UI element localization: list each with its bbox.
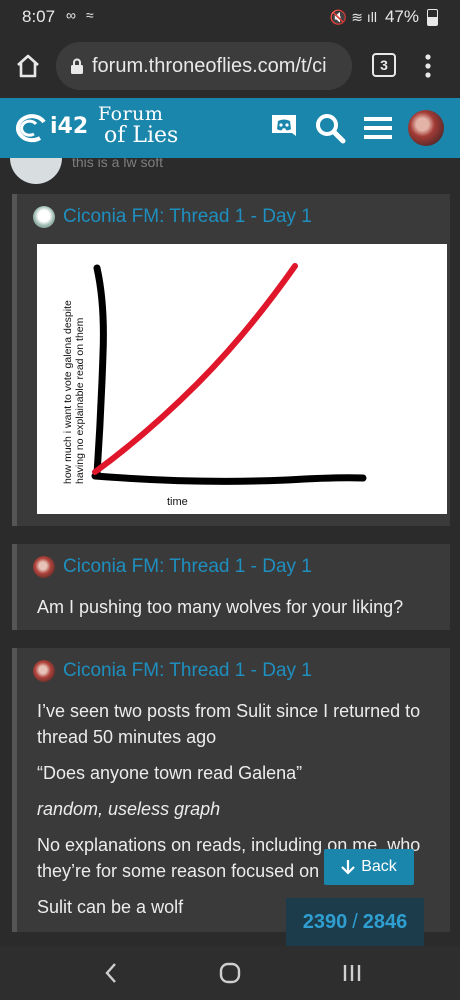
counter-separator: / bbox=[352, 910, 358, 933]
battery-icon bbox=[427, 8, 438, 26]
quote-text: random, useless graph bbox=[37, 799, 221, 819]
quote-header[interactable]: Ciconia FM: Thread 1 - Day 1 bbox=[33, 660, 312, 682]
quote-text: I’ve seen two posts from Sulit since I r… bbox=[37, 701, 421, 721]
current-post-number: 2390 bbox=[302, 910, 348, 933]
quote-text: they’re for some reason focused on bbox=[37, 861, 320, 881]
status-time: 8:07 bbox=[22, 7, 56, 26]
forum-header: i42 Forum of Lies bbox=[0, 98, 460, 161]
topic-content: this is a lw soft Ciconia FM: Thread 1 -… bbox=[0, 158, 460, 946]
nav-back-icon[interactable] bbox=[99, 961, 123, 985]
graph-ylabel-line-2: having no explainable read on them bbox=[74, 317, 86, 484]
quote-text: Sulit can be a wolf bbox=[37, 897, 184, 917]
lock-icon bbox=[71, 58, 83, 74]
total-post-count: 2846 bbox=[362, 910, 408, 933]
nav-home-icon[interactable] bbox=[218, 961, 242, 985]
quote-avatar bbox=[33, 556, 55, 578]
previous-post-snippet: this is a lw soft bbox=[72, 158, 164, 170]
search-icon[interactable] bbox=[314, 112, 346, 144]
quote-block-2: Ciconia FM: Thread 1 - Day 1 Am I pushin… bbox=[12, 544, 450, 630]
hamburger-menu-icon[interactable] bbox=[362, 112, 394, 144]
quote-title-link[interactable]: Ciconia FM: Thread 1 - Day 1 bbox=[63, 660, 312, 682]
graph-ylabel-line-1: how much i want to vote galena despite bbox=[62, 300, 74, 484]
post-progress-counter[interactable]: 2390 / 2846 bbox=[286, 898, 424, 946]
address-bar[interactable]: forum.throneoflies.com/t/ci bbox=[56, 42, 352, 90]
quote-text: “Does anyone town read Galena” bbox=[37, 763, 303, 783]
arrow-down-icon bbox=[341, 860, 355, 875]
quote-avatar bbox=[33, 206, 55, 228]
back-button[interactable]: Back bbox=[324, 849, 414, 885]
logo-line-1: Forum bbox=[98, 103, 164, 125]
system-navigation-bar bbox=[0, 946, 460, 1000]
home-icon[interactable] bbox=[12, 50, 44, 82]
quote-text: thread 50 minutes ago bbox=[37, 727, 217, 747]
nav-recents-icon[interactable] bbox=[340, 961, 364, 985]
quote-title-link[interactable]: Ciconia FM: Thread 1 - Day 1 bbox=[63, 556, 312, 578]
battery-percent: 47% bbox=[384, 7, 419, 26]
quote-header[interactable]: Ciconia FM: Thread 1 - Day 1 bbox=[33, 206, 312, 228]
graph-xlabel: time bbox=[167, 496, 188, 508]
quote-title-link[interactable]: Ciconia FM: Thread 1 - Day 1 bbox=[63, 206, 312, 228]
quote-header[interactable]: Ciconia FM: Thread 1 - Day 1 bbox=[33, 556, 312, 578]
i42-logo-text: i42 bbox=[50, 114, 89, 139]
previous-post-avatar[interactable] bbox=[10, 158, 62, 184]
discord-icon[interactable] bbox=[268, 112, 300, 144]
graph-drawing: how much i want to vote galena despite h… bbox=[62, 263, 367, 508]
quote-avatar bbox=[33, 660, 55, 682]
status-right: 🔇 ≋ ıll 47% bbox=[330, 7, 438, 27]
status-bar: 8:07 ∞ ≈ 🔇 ≋ ıll 47% bbox=[0, 0, 460, 34]
url-text: forum.throneoflies.com/t/ci bbox=[92, 55, 327, 77]
back-button-label: Back bbox=[361, 858, 397, 875]
quote-block-1: Ciconia FM: Thread 1 - Day 1 how much i … bbox=[12, 194, 450, 526]
user-avatar[interactable] bbox=[408, 110, 444, 146]
i42-swirl-icon bbox=[16, 114, 46, 143]
forum-of-lies-logo[interactable]: Forum of Lies bbox=[98, 104, 178, 148]
more-menu-icon[interactable] bbox=[420, 52, 436, 80]
browser-toolbar: forum.throneoflies.com/t/ci 3 bbox=[0, 34, 460, 98]
logo-line-2: of Lies bbox=[104, 123, 179, 148]
tab-switcher-button[interactable]: 3 bbox=[372, 53, 396, 77]
i42-logo[interactable]: i42 bbox=[10, 110, 96, 146]
signal-icons: 🔇 ≋ ıll bbox=[329, 8, 377, 25]
quote-block-3: Ciconia FM: Thread 1 - Day 1 I’ve seen t… bbox=[12, 648, 450, 932]
voicemail-wifi-icons: ∞ ≈ bbox=[66, 7, 97, 23]
quote-text: Am I pushing too many wolves for your li… bbox=[37, 597, 404, 617]
quoted-graph-image[interactable]: how much i want to vote galena despite h… bbox=[37, 244, 447, 514]
